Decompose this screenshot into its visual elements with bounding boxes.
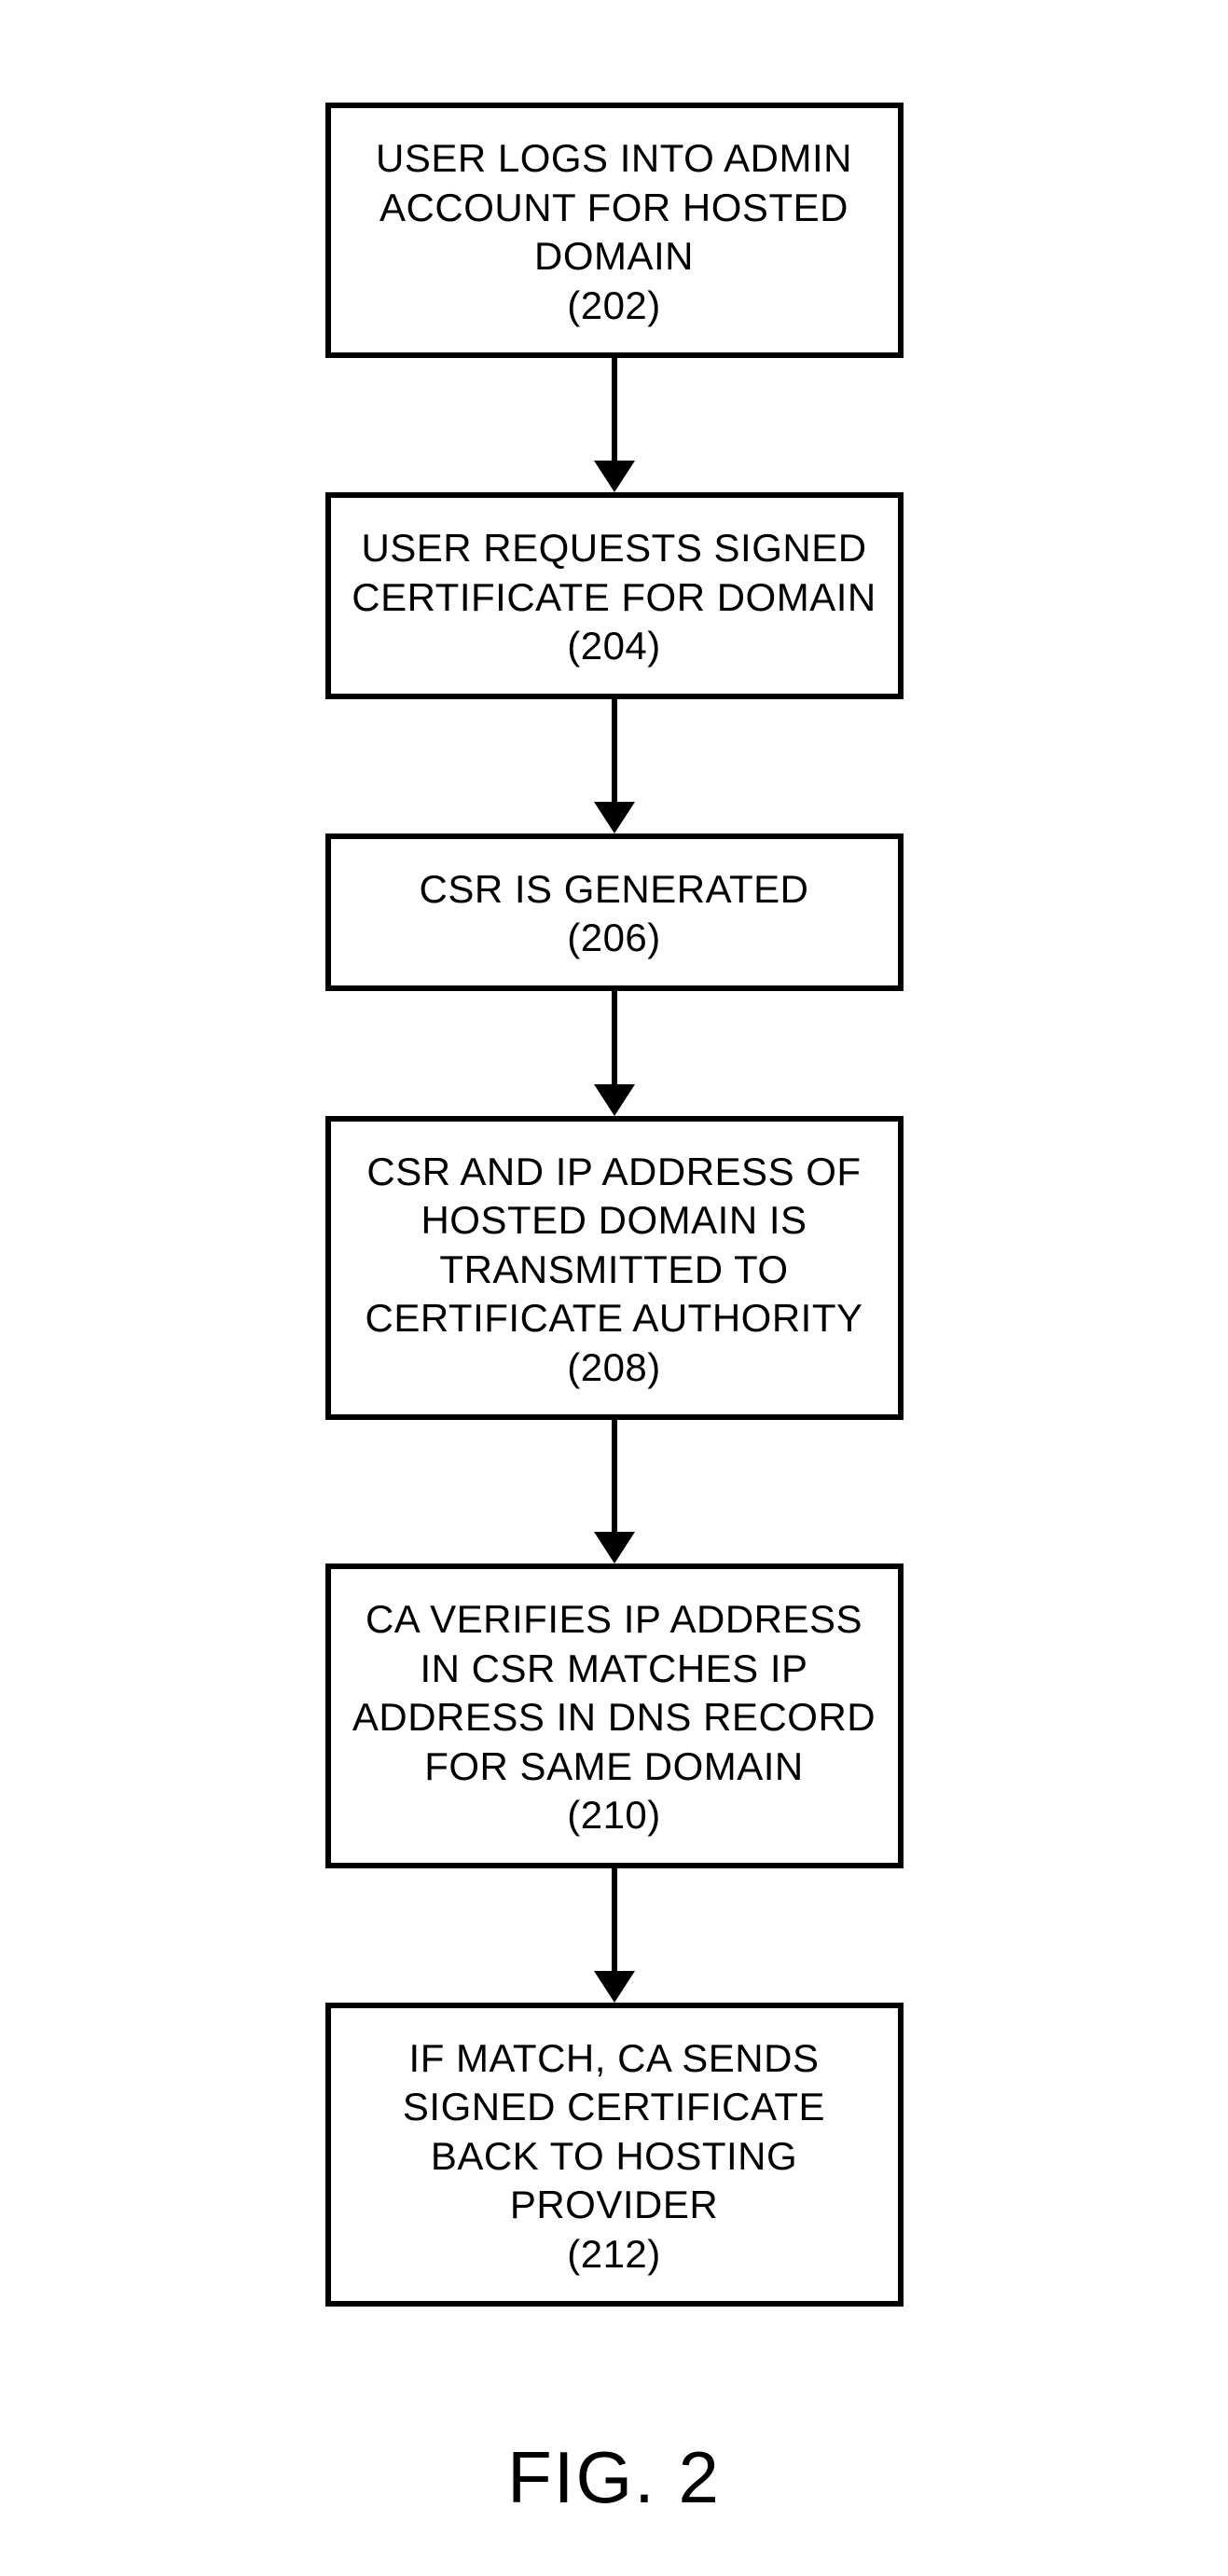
step-box-204: USER REQUESTS SIGNED CERTIFICATE FOR DOM…	[325, 492, 904, 699]
step-text: CA VERIFIES IP ADDRESS IN CSR MATCHES IP…	[352, 1597, 876, 1788]
arrow-head-icon	[594, 461, 635, 492]
step-box-208: CSR AND IP ADDRESS OF HOSTED DOMAIN IS T…	[325, 1116, 904, 1421]
arrow-shaft	[612, 699, 617, 802]
arrow	[594, 358, 635, 492]
arrow	[594, 699, 635, 833]
arrow-head-icon	[594, 1971, 635, 2003]
arrow-head-icon	[594, 1532, 635, 1564]
step-text: USER LOGS INTO ADMIN ACCOUNT FOR HOSTED …	[376, 136, 852, 278]
step-text: CSR IS GENERATED	[420, 867, 809, 911]
step-number: (208)	[350, 1343, 879, 1393]
step-number: (212)	[350, 2230, 879, 2280]
arrow	[594, 991, 635, 1116]
step-number: (210)	[350, 1791, 879, 1840]
arrow-shaft	[612, 991, 617, 1084]
step-number: (206)	[350, 914, 879, 963]
step-box-202: USER LOGS INTO ADMIN ACCOUNT FOR HOSTED …	[325, 103, 904, 358]
step-box-206: CSR IS GENERATED (206)	[325, 833, 904, 991]
arrow-shaft	[612, 1868, 617, 1971]
step-box-210: CA VERIFIES IP ADDRESS IN CSR MATCHES IP…	[325, 1564, 904, 1868]
flowchart: USER LOGS INTO ADMIN ACCOUNT FOR HOSTED …	[288, 103, 941, 2307]
step-text: USER REQUESTS SIGNED CERTIFICATE FOR DOM…	[352, 526, 876, 619]
figure-label: FIG. 2	[507, 2435, 721, 2520]
step-number: (204)	[350, 622, 879, 671]
step-text: CSR AND IP ADDRESS OF HOSTED DOMAIN IS T…	[366, 1150, 863, 1341]
arrow-head-icon	[594, 802, 635, 833]
arrow-shaft	[612, 1420, 617, 1532]
arrow-shaft	[612, 358, 617, 461]
diagram-canvas: USER LOGS INTO ADMIN ACCOUNT FOR HOSTED …	[0, 0, 1228, 2576]
arrow-head-icon	[594, 1084, 635, 1116]
step-box-212: IF MATCH, CA SENDS SIGNED CERTIFICATE BA…	[325, 2003, 904, 2307]
step-text: IF MATCH, CA SENDS SIGNED CERTIFICATE BA…	[403, 2036, 825, 2227]
arrow	[594, 1868, 635, 2003]
arrow	[594, 1420, 635, 1564]
step-number: (202)	[350, 282, 879, 331]
